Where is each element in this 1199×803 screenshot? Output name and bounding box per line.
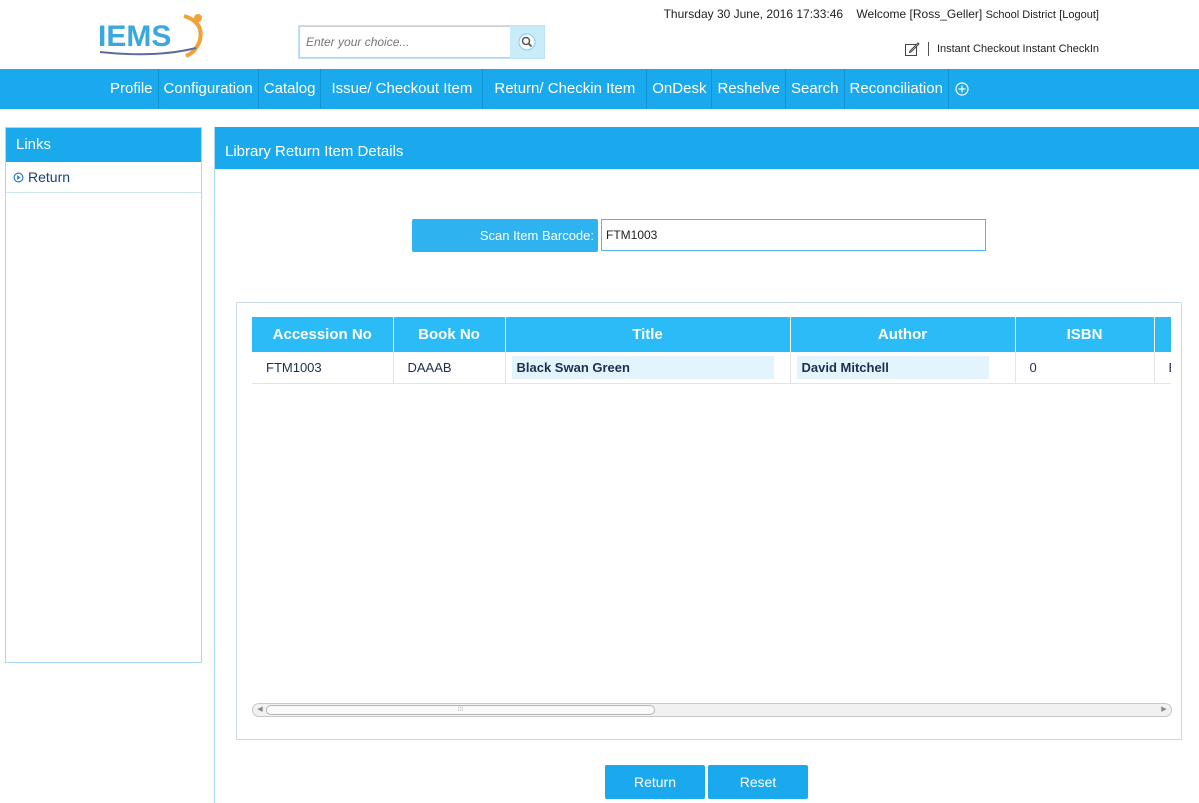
page-header: IEMS Thursday 30 June, 2016 17:33:46 Wel… — [0, 0, 1199, 69]
nav-issue-checkout[interactable]: Issue/ Checkout Item — [321, 69, 484, 109]
nav-ondesk[interactable]: OnDesk — [647, 69, 713, 109]
divider — [927, 42, 929, 56]
title-value: Black Swan Green — [511, 355, 774, 379]
nav-catalog[interactable]: Catalog — [259, 69, 322, 109]
horizontal-scrollbar[interactable]: ◀ ⁞⁞⁞ ▶ — [252, 703, 1172, 717]
edit-icon[interactable] — [904, 41, 920, 57]
search-input[interactable] — [299, 26, 511, 58]
welcome-prefix: Welcome [ — [856, 7, 913, 21]
sidebar-item-label: Return — [28, 169, 71, 185]
links-panel: Links Return — [5, 127, 202, 663]
logout-link[interactable]: [Logout] — [1059, 9, 1099, 21]
nav-configuration[interactable]: Configuration — [159, 69, 259, 109]
nav-reconciliation[interactable]: Reconciliation — [845, 69, 949, 109]
search-box — [298, 25, 545, 59]
reset-button[interactable]: Reset — [708, 765, 808, 799]
column-header-title[interactable]: Title — [505, 317, 791, 352]
scan-barcode-label: Scan Item Barcode: — [412, 219, 598, 252]
sidebar-item-return[interactable]: Return — [6, 162, 201, 193]
nav-reshelve[interactable]: Reshelve — [712, 69, 786, 109]
nav-profile[interactable]: Profile — [105, 69, 159, 109]
scrollbar-thumb[interactable]: ⁞⁞⁞ — [266, 705, 655, 715]
table-header-row: Accession No Book No Title Author ISBN — [252, 317, 1171, 352]
nav-return-checkin[interactable]: Return/ Checkin Item — [483, 69, 648, 109]
plus-circle-icon — [955, 82, 969, 96]
return-items-table: Accession No Book No Title Author ISBN F… — [252, 317, 1171, 384]
search-icon — [518, 33, 536, 51]
instant-checkout-checkin-link[interactable]: Instant Checkout Instant CheckIn — [937, 43, 1099, 55]
nav-more[interactable] — [949, 69, 975, 109]
return-items-grid: Accession No Book No Title Author ISBN F… — [236, 302, 1182, 740]
grid-viewport: Accession No Book No Title Author ISBN F… — [252, 317, 1171, 687]
column-header-next[interactable] — [1154, 317, 1171, 352]
welcome-suffix: ] — [978, 7, 983, 21]
scan-barcode-input[interactable] — [601, 219, 986, 251]
cell-author: David Mitchell — [790, 352, 1016, 384]
author-value: David Mitchell — [796, 355, 989, 379]
iems-logo: IEMS — [98, 14, 203, 58]
search-button[interactable] — [510, 26, 544, 58]
panel-title: Library Return Item Details — [215, 127, 1199, 169]
table-row[interactable]: FTM1003 DAAAB Black Swan Green David Mit… — [252, 352, 1171, 384]
column-header-author[interactable]: Author — [790, 317, 1016, 352]
nav-search[interactable]: Search — [786, 69, 845, 109]
cell-isbn: 0 — [1015, 352, 1155, 384]
cell-next: E — [1154, 352, 1171, 384]
user-name: Ross_Geller — [912, 7, 979, 21]
column-header-book-no[interactable]: Book No — [393, 317, 506, 352]
cell-accession-no: FTM1003 — [252, 352, 394, 384]
scroll-right-arrow-icon[interactable]: ▶ — [1158, 705, 1170, 715]
cell-title: Black Swan Green — [505, 352, 791, 384]
play-circle-icon — [13, 172, 24, 182]
scroll-left-arrow-icon[interactable]: ◀ — [254, 705, 266, 715]
svg-text:IEMS: IEMS — [98, 20, 171, 53]
return-button[interactable]: Return — [605, 765, 705, 799]
cell-book-no: DAAAB — [393, 352, 506, 384]
main-nav: Profile Configuration Catalog Issue/ Che… — [0, 69, 1199, 109]
quick-links: Instant Checkout Instant CheckIn — [904, 41, 1099, 57]
column-header-accession-no[interactable]: Accession No — [252, 317, 394, 352]
user-info: Thursday 30 June, 2016 17:33:46 Welcome … — [664, 7, 1099, 21]
datetime-text: Thursday 30 June, 2016 17:33:46 — [663, 7, 844, 21]
main-panel: Library Return Item Details Scan Item Ba… — [214, 127, 1199, 803]
column-header-isbn[interactable]: ISBN — [1015, 317, 1155, 352]
links-title: Links — [6, 128, 201, 162]
district-name: School District — [985, 9, 1056, 21]
